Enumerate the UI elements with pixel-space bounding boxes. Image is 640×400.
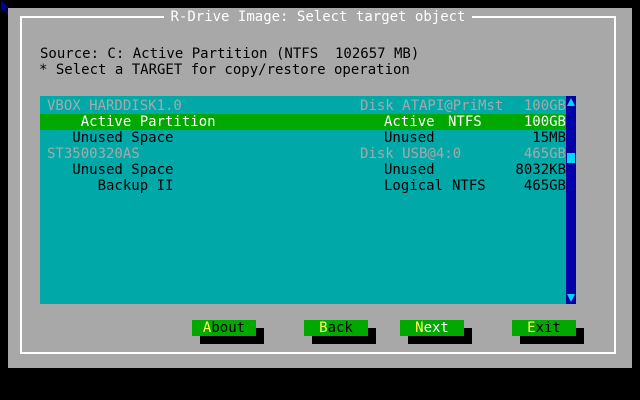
scrollbar-thumb[interactable]	[567, 153, 575, 163]
dialog-title: R-Drive Image: Select target object	[164, 9, 472, 25]
row-type: Unused	[384, 162, 435, 178]
about-label: bout	[211, 320, 246, 336]
exit-button-face[interactable]: Exit	[512, 320, 576, 336]
row-type: Disk ATAPI@PriMst	[360, 98, 504, 114]
next-hotkey: N	[415, 320, 424, 336]
row-type: Unused	[384, 130, 435, 146]
back-button-face[interactable]: Back	[304, 320, 368, 336]
row-name: Active Partition	[47, 114, 216, 130]
target-object-list[interactable]: VBOX HARDDISK1.0 Disk ATAPI@PriMst 100GB A…	[40, 96, 576, 304]
row-name: Backup II	[47, 178, 174, 194]
list-scrollbar[interactable]	[566, 96, 576, 304]
back-button[interactable]: Back	[304, 320, 376, 344]
partition-row[interactable]: Unused Space Unused 15MB	[40, 130, 566, 146]
about-button-face[interactable]: About	[192, 320, 256, 336]
row-type: Disk USB@4:0	[360, 146, 462, 162]
select-target-dialog: R-Drive Image: Select target object Sour…	[8, 8, 632, 368]
next-button[interactable]: Next	[400, 320, 472, 344]
row-filesystem: NTFS	[452, 178, 486, 194]
partition-row[interactable]: Backup II Logical NTFS 465GB	[40, 178, 566, 194]
dialog-title-bar: R-Drive Image: Select target object	[22, 9, 614, 25]
back-hotkey: B	[319, 320, 328, 336]
partition-row[interactable]: Active Partition Active NTFS 100GB	[40, 114, 566, 130]
exit-button[interactable]: Exit	[512, 320, 584, 344]
row-size: 465GB	[523, 146, 566, 162]
partition-row[interactable]: Unused Space Unused 8032KB	[40, 162, 566, 178]
row-type: Active	[384, 114, 435, 130]
back-label: ack	[327, 320, 353, 336]
row-name: ST3500320AS	[47, 146, 140, 162]
exit-hotkey: E	[527, 320, 536, 336]
disk-row[interactable]: VBOX HARDDISK1.0 Disk ATAPI@PriMst 100GB	[40, 98, 566, 114]
row-filesystem: NTFS	[448, 114, 482, 130]
exit-label: xit	[535, 320, 561, 336]
row-name: Unused Space	[47, 162, 174, 178]
about-button[interactable]: About	[192, 320, 264, 344]
row-size: 465GB	[523, 178, 566, 194]
row-name: VBOX HARDDISK1.0	[47, 98, 182, 114]
next-button-face[interactable]: Next	[400, 320, 464, 336]
row-size: 15MB	[532, 130, 566, 146]
dialog-shadow	[32, 368, 640, 384]
arrow-up-icon[interactable]	[567, 98, 575, 106]
row-name: Unused Space	[47, 130, 174, 146]
source-info: Source: C: Active Partition (NTFS 102657…	[40, 46, 420, 62]
arrow-down-icon[interactable]	[567, 294, 575, 302]
row-type: Logical	[384, 178, 444, 194]
row-size: 100GB	[523, 98, 566, 114]
next-label: ext	[423, 320, 449, 336]
instruction-text: * Select a TARGET for copy/restore opera…	[39, 62, 410, 78]
disk-row[interactable]: ST3500320AS Disk USB@4:0 465GB	[40, 146, 566, 162]
row-size: 8032KB	[515, 162, 566, 178]
row-size: 100GB	[523, 114, 566, 130]
